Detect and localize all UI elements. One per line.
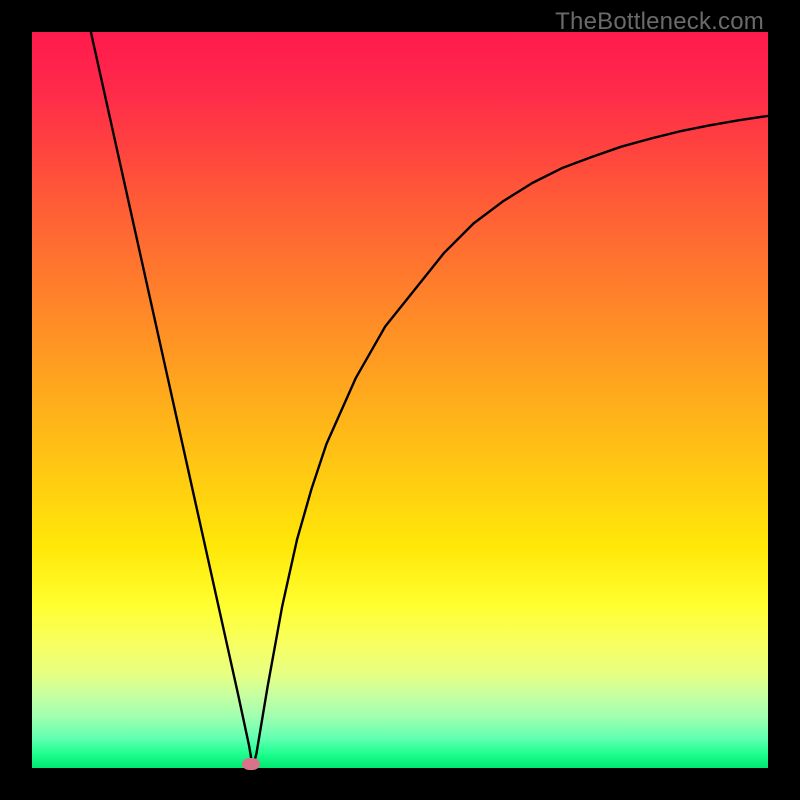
- watermark-text: TheBottleneck.com: [555, 8, 764, 36]
- bottleneck-curve: [32, 32, 768, 768]
- optimal-point-marker: [242, 758, 260, 770]
